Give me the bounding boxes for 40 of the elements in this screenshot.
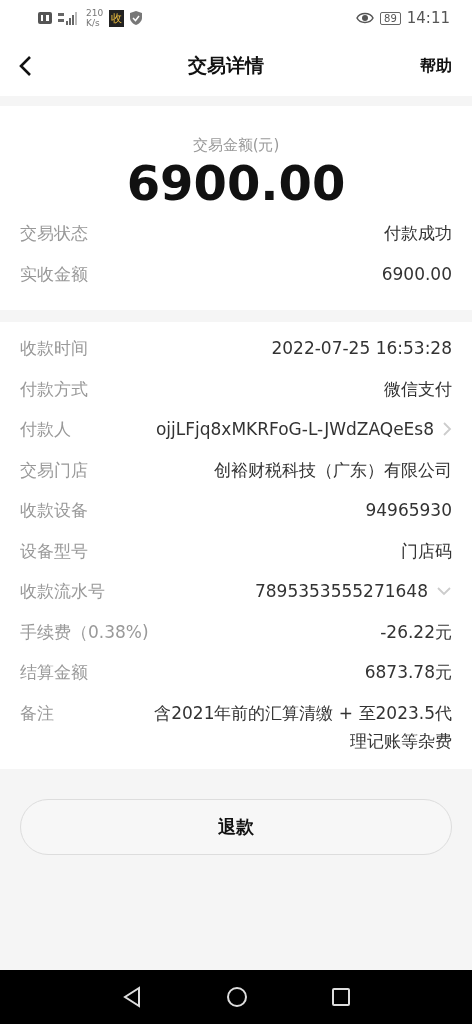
field-label: 手续费（0.38%)	[20, 620, 149, 644]
field-value: 含2021年前的汇算清缴 + 至2023.5代理记账等杂费	[153, 701, 452, 753]
field-value: -26.22元	[380, 620, 452, 644]
battery-level: 89	[380, 11, 401, 25]
field-value: 付款成功	[384, 222, 452, 245]
field-value: ojjLFjq8xMKRFoG-L-JWdZAQeEs8	[155, 418, 434, 441]
field-value: 7895353555271648	[254, 580, 428, 603]
refund-button[interactable]: 退款	[20, 798, 452, 855]
field-value: 微信支付	[384, 377, 452, 401]
signal-icon	[58, 11, 80, 25]
field-label: 实收金额	[20, 262, 88, 286]
help-link[interactable]: 帮助	[420, 55, 452, 77]
field-value: 6873.78元	[364, 661, 452, 684]
field-label: 收款设备	[20, 499, 88, 522]
field-label: 备注	[20, 701, 54, 725]
field-label: 交易状态	[20, 222, 88, 245]
amount-label: 交易金额(元)	[191, 136, 281, 155]
clock-time: 14:11	[406, 9, 450, 27]
home-nav-icon[interactable]	[226, 986, 248, 1008]
field-label: 结算金额	[20, 661, 88, 684]
field-value: 创裕财税科技（广东）有限公司	[214, 458, 452, 482]
field-value: 6900.00	[381, 262, 452, 286]
field-value: 门店码	[401, 539, 452, 563]
field-label: 收款时间	[20, 337, 88, 360]
field-label: 设备型号	[20, 539, 88, 563]
field-value: 2022-07-25 16:53:28	[271, 337, 452, 360]
app-badge: 收	[109, 9, 125, 27]
amount-value: 6900.00	[125, 155, 347, 211]
eye-icon	[356, 12, 375, 24]
speed-unit: K/s	[86, 18, 101, 28]
field-label: 交易门店	[20, 458, 88, 482]
field-value: 94965930	[365, 499, 452, 522]
back-button[interactable]	[18, 55, 32, 77]
network-speed: 210	[86, 8, 104, 18]
field-label: 收款流水号	[20, 580, 105, 603]
recents-nav-icon[interactable]	[330, 987, 351, 1007]
page-title: 交易详情	[188, 53, 264, 78]
field-label: 付款人	[20, 418, 71, 441]
field-label: 付款方式	[20, 377, 88, 401]
shield-icon	[130, 11, 143, 25]
